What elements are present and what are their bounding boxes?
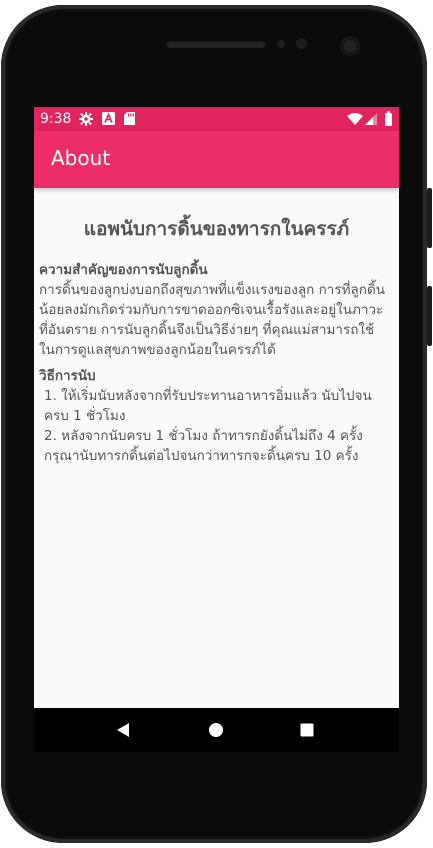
method-section: วิธีการนับ 1. ให้เริ่มนับหลังจากที่รับปร… — [39, 367, 395, 466]
importance-line: ในการดูแลสุขภาพของลูกน้อยในครรภ์ได้ — [39, 342, 276, 358]
importance-line: ที่อันตราย การนับลูกดิ้นจึงเป็นวิธีง่ายๆ… — [39, 322, 375, 338]
back-icon — [117, 723, 129, 737]
earpiece-speaker — [166, 40, 266, 48]
app-bar-title: About — [51, 146, 111, 170]
signal-icon — [365, 113, 377, 129]
step-line: ครบ 1 ชั่วโมง — [44, 408, 126, 424]
importance-title: ความสำคัญของการนับลูกดิ้น — [39, 262, 208, 278]
step-line: 1. ให้เริ่มนับหลังจากที่รับประทานอาหารอิ… — [44, 388, 372, 404]
front-camera — [340, 36, 360, 56]
importance-line: การดิ้นของลูกบ่งบอกถึงสุขภาพที่แข็งแรงขอ… — [39, 282, 385, 298]
volume-button — [427, 286, 432, 346]
step-line: กรุณานับทารกดิ้นต่อไปจนกว่าทารกจะดิ้นครบ… — [44, 448, 359, 464]
importance-body: การดิ้นของลูกบ่งบอกถึงสุขภาพที่แข็งแรงขอ… — [39, 280, 395, 360]
importance-section: ความสำคัญของการนับลูกดิ้น การดิ้นของลูกบ… — [39, 261, 395, 360]
about-content: แอพนับการดิ้นของทารกในครรภ์ ความสำคัญของ… — [34, 188, 399, 708]
battery-icon — [385, 111, 392, 130]
recents-icon — [300, 723, 314, 737]
back-button[interactable] — [93, 708, 153, 752]
page-title: แอพนับการดิ้นของทารกในครรภ์ — [83, 218, 350, 240]
method-title: วิธีการนับ — [39, 368, 96, 384]
wifi-icon — [347, 113, 363, 129]
light-sensor — [296, 38, 307, 49]
recents-button[interactable] — [277, 708, 337, 752]
app-bar: About — [34, 131, 399, 188]
sd-card-icon — [124, 112, 135, 129]
method-step-1: 1. ให้เริ่มนับหลังจากที่รับประทานอาหารอิ… — [39, 386, 395, 426]
power-button — [427, 188, 432, 248]
importance-line: น้อยลงมักเกิดร่วมกับการขาดออกซิเจนเรื้อร… — [39, 302, 384, 318]
a-notification-icon — [102, 112, 115, 129]
screen: 9:38 About แอพนับการดิ้นของทารกในครรภ์ ค… — [34, 107, 399, 752]
method-step-2: 2. หลังจากนับครบ 1 ชั่วโมง ถ้าทารกยังดิ้… — [39, 426, 395, 466]
proximity-sensor — [277, 40, 285, 48]
home-icon — [209, 723, 223, 737]
navigation-bar — [34, 708, 399, 752]
status-bar: 9:38 — [34, 107, 399, 131]
status-time: 9:38 — [40, 111, 72, 127]
home-button[interactable] — [186, 708, 246, 752]
phone-device: 9:38 About แอพนับการดิ้นของทารกในครรภ์ ค… — [0, 0, 433, 848]
step-line: 2. หลังจากนับครบ 1 ชั่วโมง ถ้าทารกยังดิ้… — [44, 428, 363, 444]
gear-icon — [79, 112, 93, 130]
